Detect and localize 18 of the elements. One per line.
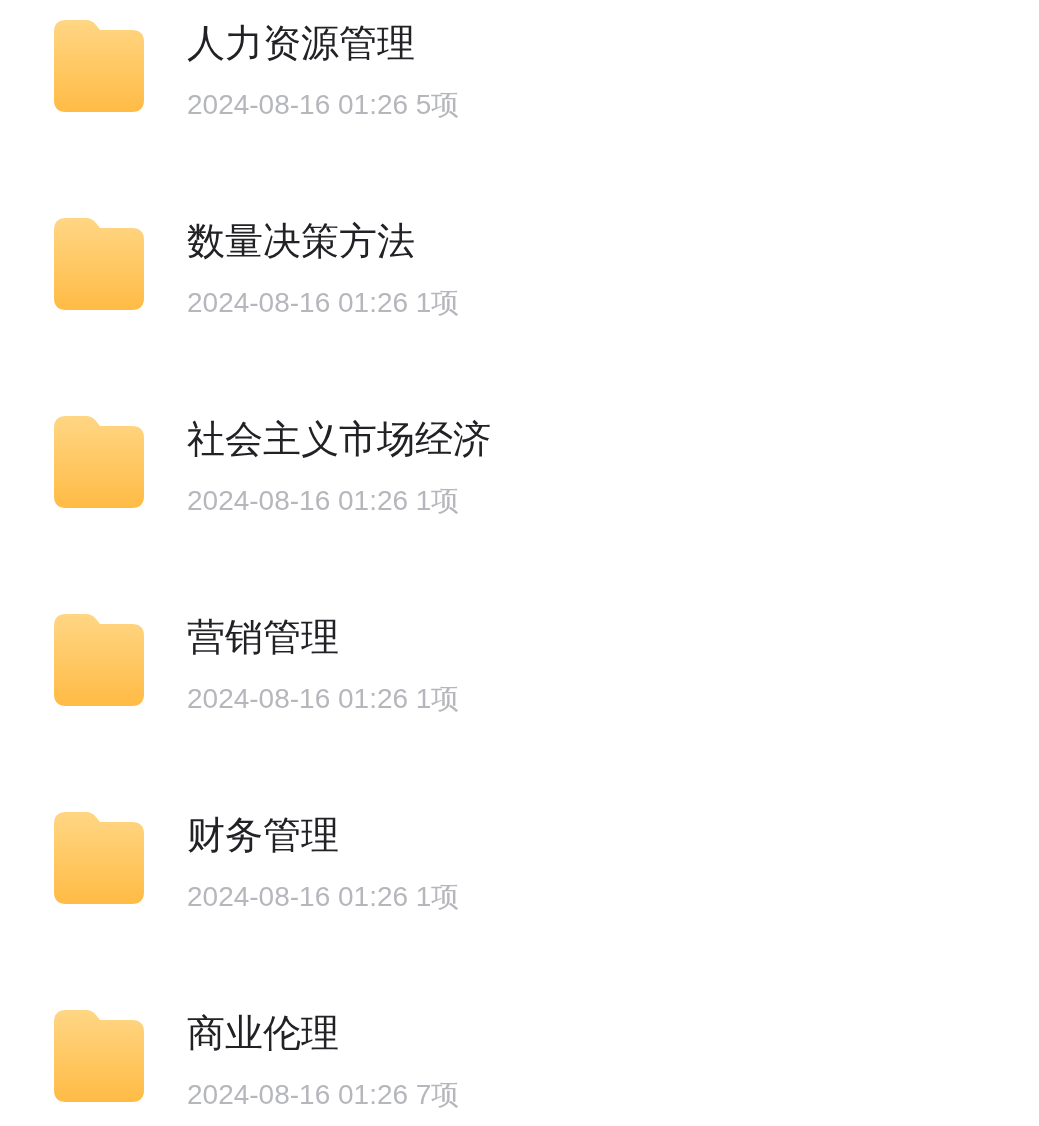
folder-icon (54, 812, 144, 904)
folder-icon (54, 1010, 144, 1102)
folder-name: 营销管理 (187, 615, 340, 660)
folder-name: 人力资源管理 (187, 21, 416, 66)
folder-icon (54, 614, 144, 706)
folder-meta: 2024-08-16 01:26 1项 (187, 682, 460, 716)
folder-name: 数量决策方法 (187, 219, 416, 264)
folder-meta: 2024-08-16 01:26 5项 (187, 88, 460, 122)
folder-icon (54, 20, 144, 112)
folder-meta: 2024-08-16 01:26 7项 (187, 1078, 460, 1112)
folder-name: 社会主义市场经济 (187, 417, 491, 462)
folder-meta: 2024-08-16 01:26 1项 (187, 880, 460, 914)
folder-icon (54, 416, 144, 508)
folder-name: 财务管理 (187, 813, 340, 858)
folder-icon (54, 218, 144, 310)
folder-name: 商业伦理 (187, 1011, 340, 1056)
folder-meta: 2024-08-16 01:26 1项 (187, 286, 460, 320)
folder-meta: 2024-08-16 01:26 1项 (187, 484, 461, 518)
